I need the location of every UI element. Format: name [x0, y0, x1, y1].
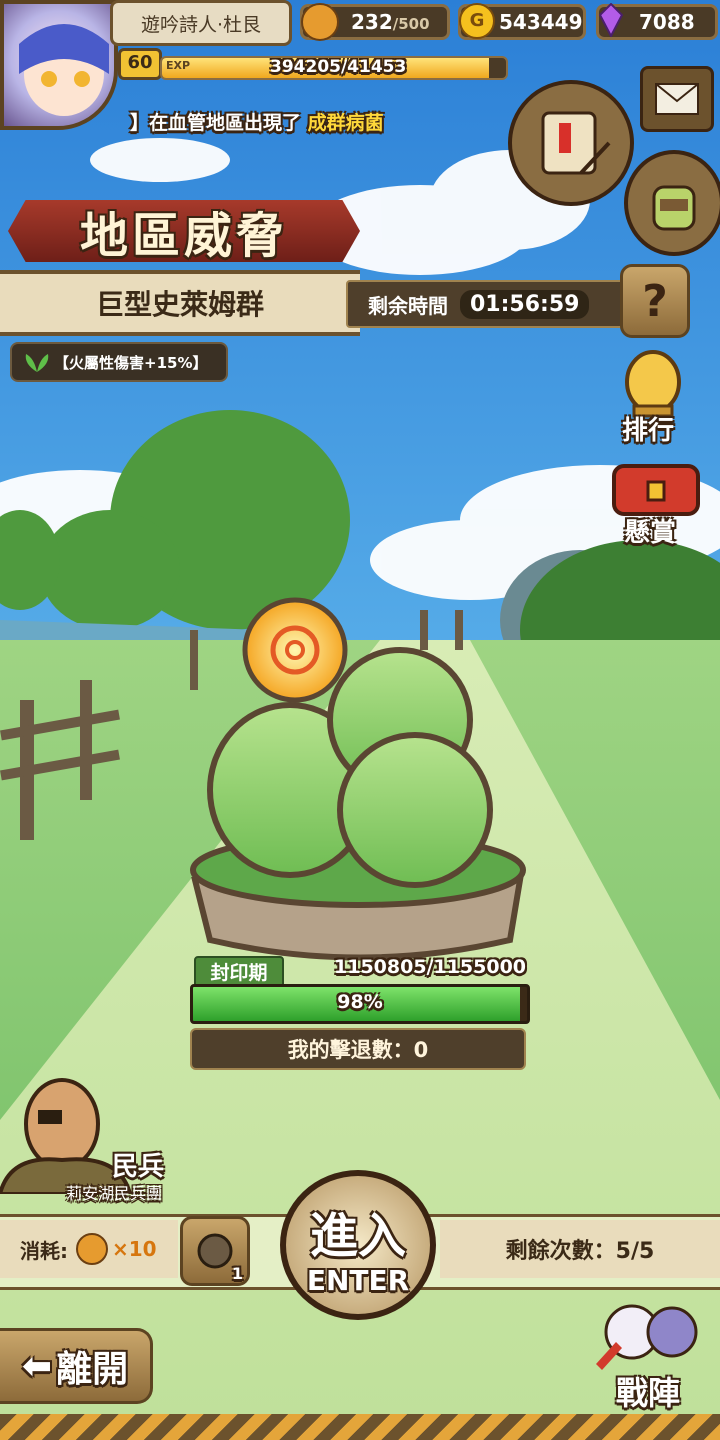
phase-label: 封印期	[210, 962, 268, 984]
envelope-icon	[655, 83, 699, 115]
exp-label: EXP	[166, 59, 191, 72]
enter-button[interactable]: 進入 ENTER	[280, 1170, 436, 1320]
treasure-chest-icon	[612, 464, 700, 516]
reward-label: 懸賞	[624, 518, 677, 548]
exp-bar: EXP 394205/41453	[160, 56, 508, 80]
npc-group: 莉安湖民兵團	[66, 1184, 163, 1203]
boss-name-plate: 巨型史萊姆群	[0, 270, 360, 336]
bread-icon	[301, 3, 339, 41]
news-ticker: 】在血管地區出現了 成群病菌	[130, 108, 510, 136]
ticket-item-button[interactable]: 1	[180, 1216, 250, 1286]
backpack-button[interactable]	[624, 150, 720, 256]
cost-label: 消耗:	[20, 1238, 68, 1263]
leave-label: 離開	[56, 1349, 129, 1390]
pie-ticket-icon	[197, 1233, 233, 1269]
boss-name: 巨型史萊姆群	[95, 288, 264, 321]
ticket-count: 1	[231, 1264, 243, 1283]
cost-bread-icon	[76, 1233, 108, 1265]
player-avatar[interactable]	[0, 0, 118, 130]
cost-display: 消耗: ×10	[0, 1220, 178, 1278]
boss-hp-text: 1150805/1155000	[334, 956, 527, 978]
level-badge: 60	[118, 48, 162, 80]
remaining-text: 剩餘次數：5/5	[505, 1239, 655, 1264]
remaining-attempts: 剩餘次數：5/5	[440, 1220, 720, 1278]
trophy-egg-icon	[625, 350, 681, 418]
event-timer: 剩余時間 01:56:59	[346, 280, 632, 328]
my-kills-text: 我的擊退數：0	[287, 1038, 429, 1062]
gold-counter[interactable]: G 543449	[458, 3, 586, 40]
ranking-button[interactable]: 排行	[608, 348, 698, 448]
backpack-icon	[652, 185, 696, 231]
formation-label: 戰陣	[616, 1374, 681, 1412]
bread-max: /500	[392, 15, 430, 33]
exp-text: 394205/41453	[270, 57, 407, 77]
gem-value: 7088	[639, 10, 695, 34]
player-name: 遊吟詩人·杜艮	[140, 13, 262, 36]
mail-button[interactable]	[640, 66, 714, 132]
bread-current: 232	[351, 10, 393, 34]
leave-button[interactable]: ⬅ 離開	[0, 1328, 153, 1404]
gold-value: 543449	[499, 10, 583, 34]
gem-icon	[598, 2, 624, 39]
boss-percent: 98%	[337, 991, 383, 1013]
enter-label-cn: 進入	[309, 1208, 406, 1264]
buff-text: 【火屬性傷害+15%】	[54, 353, 208, 372]
my-kills-panel: 我的擊退數：0	[190, 1028, 526, 1070]
news-highlight: 成群病菌	[307, 112, 384, 134]
enter-label-en: ENTER	[306, 1264, 410, 1297]
timer-value: 01:56:59	[460, 289, 590, 319]
ranking-label: 排行	[622, 416, 675, 446]
player-name-plate[interactable]: 遊吟詩人·杜艮	[110, 0, 292, 46]
timer-label: 剩余時間	[368, 293, 448, 318]
gold-coin-icon: G	[459, 3, 495, 39]
event-banner: 地區威脅	[8, 200, 360, 262]
back-arrow-icon: ⬅	[21, 1345, 53, 1387]
npc-name: 民兵	[112, 1152, 165, 1182]
reward-button[interactable]: 懸賞	[608, 456, 704, 548]
level-value: 60	[127, 52, 153, 73]
gem-counter[interactable]: 7088	[596, 2, 718, 40]
leaf-icon	[25, 354, 49, 372]
quest-scroll-button[interactable]	[508, 80, 634, 206]
news-prefix: 】在血管地區出現了	[130, 112, 302, 134]
element-buff-tag: 【火屬性傷害+15%】	[10, 342, 228, 382]
boss-progress-bar: 98%	[190, 984, 530, 1024]
cost-multiplier: ×10	[112, 1237, 157, 1261]
formation-characters-icon	[596, 1304, 698, 1370]
help-button[interactable]: ?	[620, 264, 690, 338]
formation-button[interactable]: 戰陣	[586, 1292, 712, 1414]
bread-counter[interactable]: 232/500	[300, 3, 450, 41]
scroll-quill-icon	[541, 111, 611, 175]
bottom-border-decoration	[0, 1414, 720, 1440]
help-icon: ?	[642, 275, 668, 327]
event-banner-title: 地區威脅	[79, 208, 288, 264]
avatar-portrait-icon	[19, 24, 109, 116]
